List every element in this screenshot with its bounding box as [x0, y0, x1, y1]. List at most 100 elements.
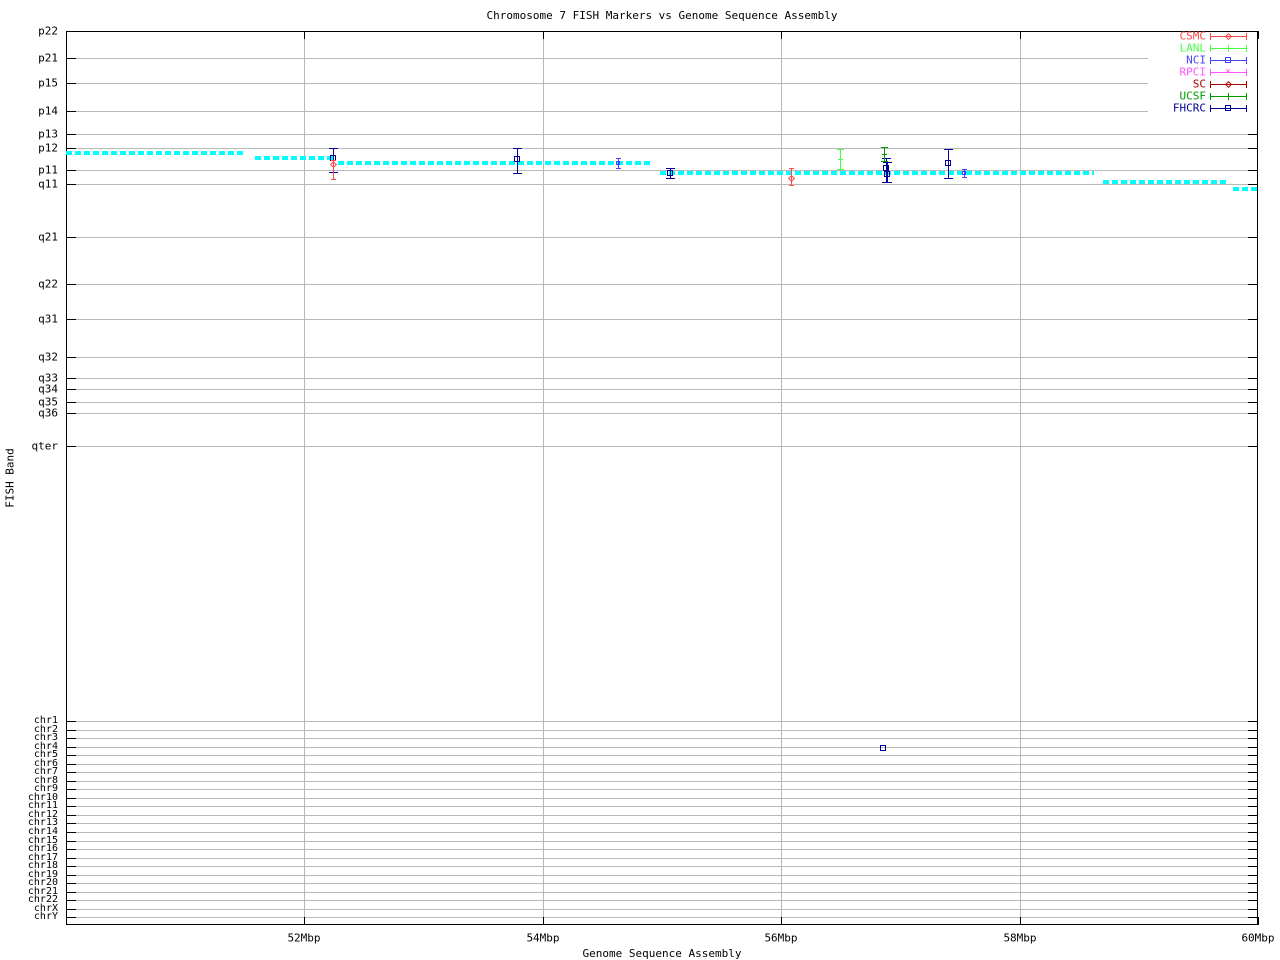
y-tick-left [66, 378, 76, 379]
legend-sample-cap [1246, 81, 1247, 88]
data-point-tick-marker [882, 154, 887, 155]
y-tick-label: p21 [38, 51, 58, 65]
y-tick-left [66, 730, 76, 731]
y-tick-left [66, 134, 76, 135]
y-tick-left [66, 747, 76, 748]
y-tick-left [66, 402, 76, 403]
x-tick-bottom [304, 917, 305, 925]
y-tick-right [1248, 170, 1258, 171]
error-bar-cap-top [513, 148, 522, 149]
y-gridline [66, 357, 1258, 358]
x-tick-label: 52Mbp [287, 931, 321, 945]
y-axis-label: FISH Band [3, 448, 17, 508]
legend-label: FHCRC [1172, 101, 1206, 115]
x-gridline [781, 31, 782, 925]
y-gridline [66, 134, 1258, 135]
y-tick-right [1248, 237, 1258, 238]
y-gridline [66, 58, 1258, 59]
y-tick-left [66, 738, 76, 739]
y-tick-right [1248, 892, 1258, 893]
y-tick-left [66, 148, 76, 149]
y-tick-left [66, 170, 76, 171]
legend-sample-cap [1246, 69, 1247, 76]
data-point-square-marker [945, 160, 951, 166]
assembly-track-segment [255, 156, 333, 160]
error-bar-cap-bottom [331, 179, 336, 180]
y-tick-left [66, 184, 76, 185]
y-tick-right [1248, 875, 1258, 876]
error-bar-cap-bottom [666, 178, 675, 179]
legend-sample-cap [1210, 45, 1211, 52]
y-gridline [66, 721, 1258, 722]
y-tick-right [1248, 789, 1258, 790]
y-tick-right [1248, 402, 1258, 403]
x-tick-top [781, 31, 782, 39]
y-tick-label: q36 [38, 406, 58, 420]
legend-sample-cap [1246, 33, 1247, 40]
y-tick-right [1248, 781, 1258, 782]
y-tick-right [1248, 378, 1258, 379]
y-tick-left [66, 764, 76, 765]
y-tick-left [66, 806, 76, 807]
y-tick-left [66, 781, 76, 782]
legend-label: UCSF [1179, 89, 1207, 103]
error-bar-cap-top [883, 162, 892, 163]
y-tick-left [66, 31, 76, 32]
error-bar-cap-bottom [513, 173, 522, 174]
error-bar-cap-bottom [881, 161, 888, 162]
x-tick-bottom [1258, 917, 1259, 925]
y-tick-left [66, 237, 76, 238]
assembly-track-segment [1103, 180, 1227, 184]
y-tick-right [1248, 841, 1258, 842]
y-gridline [66, 883, 1258, 884]
y-gridline [66, 378, 1258, 379]
error-bar-cap-bottom [837, 169, 844, 170]
y-tick-right [1248, 319, 1258, 320]
y-tick-left [66, 721, 76, 722]
y-gridline [66, 798, 1258, 799]
y-tick-right [1248, 747, 1258, 748]
legend-tick-marker [1228, 93, 1229, 100]
y-gridline [66, 755, 1258, 756]
y-tick-right [1248, 815, 1258, 816]
error-bar-cap-top [944, 149, 953, 150]
y-tick-right [1248, 798, 1258, 799]
y-tick-left [66, 917, 76, 918]
y-tick-right [1248, 866, 1258, 867]
y-tick-left [66, 772, 76, 773]
data-point-tick-marker [838, 159, 843, 160]
y-gridline [66, 764, 1258, 765]
y-tick-left [66, 83, 76, 84]
y-tick-left [66, 841, 76, 842]
legend-sample-cap [1210, 57, 1211, 64]
y-tick-left [66, 858, 76, 859]
y-tick-label: q34 [38, 382, 58, 396]
legend-tick-marker [1228, 45, 1229, 52]
y-tick-left [66, 446, 76, 447]
error-bar-cap-bottom [789, 185, 794, 186]
data-point-square-marker [667, 170, 673, 176]
y-gridline [66, 730, 1258, 731]
y-tick-left [66, 357, 76, 358]
legend-label: SC [1192, 77, 1206, 91]
y-tick-left [66, 413, 76, 414]
legend-label: RPCI [1179, 65, 1207, 79]
y-gridline [66, 413, 1258, 414]
x-tick-top [1258, 31, 1259, 39]
y-tick-right [1248, 148, 1258, 149]
legend-sample-cap [1210, 105, 1211, 112]
x-axis-label: Genome Sequence Assembly [582, 947, 742, 960]
error-bar-cap-top [837, 149, 844, 150]
y-tick-left [66, 798, 76, 799]
x-gridline [1020, 31, 1021, 925]
x-tick-label: 56Mbp [764, 931, 798, 945]
y-tick-right [1248, 730, 1258, 731]
legend-sample-cap [1246, 57, 1247, 64]
y-tick-label: q21 [38, 230, 58, 244]
y-gridline [66, 806, 1258, 807]
legend-sample-cap [1246, 93, 1247, 100]
y-gridline [66, 909, 1258, 910]
error-bar-cap-top [616, 158, 621, 159]
fish-marker-chart: Chromosome 7 FISH Markers vs Genome Sequ… [0, 0, 1280, 960]
y-tick-label: p12 [38, 141, 58, 155]
